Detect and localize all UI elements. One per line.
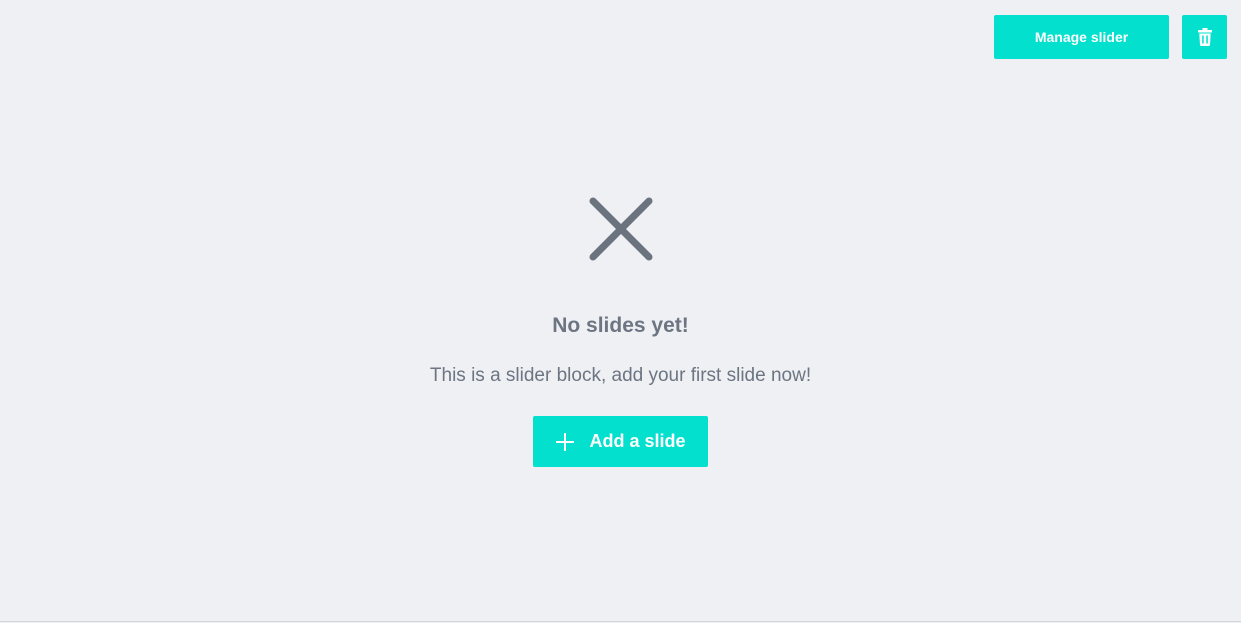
slider-block-canvas: Manage slider No slides yet! This is a s… (0, 0, 1241, 622)
plus-icon (556, 432, 575, 451)
slider-toolbar: Manage slider (994, 15, 1227, 59)
add-slide-button[interactable]: Add a slide (533, 416, 708, 467)
manage-slider-button[interactable]: Manage slider (994, 15, 1169, 59)
empty-state-title: No slides yet! (552, 314, 689, 337)
empty-state: No slides yet! This is a slider block, a… (0, 196, 1241, 467)
delete-slider-button[interactable] (1182, 15, 1227, 59)
add-slide-label: Add a slide (589, 431, 686, 451)
empty-state-subtitle: This is a slider block, add your first s… (429, 365, 812, 386)
close-icon (589, 197, 652, 261)
trash-icon (1197, 28, 1212, 46)
